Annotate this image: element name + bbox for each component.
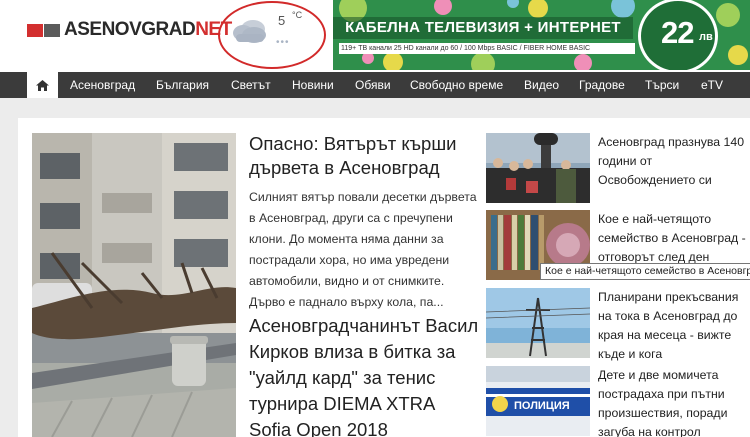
- weather-widget[interactable]: 5 °C •••: [218, 1, 328, 71]
- lead-article-excerpt: Силният вятър повали десетки дървета в А…: [249, 190, 477, 309]
- main-nav: Асеновград България Светът Новини Обяви …: [0, 72, 750, 98]
- nav-item-cities[interactable]: Градове: [579, 78, 625, 92]
- weather-temperature: 5: [278, 13, 286, 28]
- side-news-item-3[interactable]: Планирани прекъсвания на тока в Асеновгр…: [486, 288, 750, 361]
- side-news-title-4[interactable]: Дете и две момичета пострадаха при пътни…: [598, 366, 750, 437]
- banner-title: КАБЕЛНА ТЕЛЕВИЗИЯ + ИНТЕРНЕТ: [333, 17, 633, 39]
- side-news-item-4[interactable]: ПОЛИЦИЯ Дете и две момичета пострадаха п…: [486, 366, 750, 437]
- logo-text: ASENOVGRAD: [64, 19, 196, 40]
- logo-mark-grey: [44, 23, 60, 37]
- lead-article-photo[interactable]: [32, 133, 236, 437]
- site-header: ASENOVGRADNET 5 °C ••• КАБЕЛНА ТЕЛЕВИЗИЯ…: [0, 0, 750, 72]
- nav-item-world[interactable]: Светът: [231, 78, 271, 92]
- nav-item-etv[interactable]: eTV: [701, 78, 723, 92]
- price-currency: лв: [699, 31, 713, 43]
- banner-subtitle: 119+ ТВ канали 25 HD канали до 60 / 100 …: [339, 43, 635, 54]
- side-news-title-2[interactable]: Кое е най-четящото семейство в Асеновгра…: [598, 210, 750, 267]
- nav-item-asenovgrad[interactable]: Асеновград: [70, 78, 135, 92]
- second-article-title[interactable]: Асеновградчанинът Васил Кирков влиза в б…: [249, 313, 481, 437]
- fallen-tree-image: [32, 133, 236, 437]
- side-news-item-1[interactable]: Асеновград празнува 140 години от Освобо…: [486, 133, 750, 203]
- lead-article-title[interactable]: Опасно: Вятърът кърши дървета в Асеновгр…: [249, 132, 481, 180]
- ad-banner[interactable]: КАБЕЛНА ТЕЛЕВИЗИЯ + ИНТЕРНЕТ 119+ ТВ кан…: [333, 0, 750, 70]
- side-news-title-1[interactable]: Асеновград празнува 140 години от Освобо…: [598, 133, 750, 190]
- weather-unit: °C: [292, 10, 303, 20]
- nav-item-video[interactable]: Видео: [524, 78, 559, 92]
- home-icon: [36, 79, 49, 91]
- nav-item-news[interactable]: Новини: [292, 78, 334, 92]
- police-car-text: ПОЛИЦИЯ: [514, 400, 570, 412]
- price-value: 22: [661, 15, 694, 50]
- site-logo[interactable]: ASENOVGRADNET: [27, 19, 232, 40]
- side-news-thumb-4: ПОЛИЦИЯ: [486, 366, 590, 436]
- cloudy-icon: [233, 20, 266, 43]
- nav-item-search[interactable]: Търси: [645, 78, 679, 92]
- nav-item-ads[interactable]: Обяви: [355, 78, 391, 92]
- side-news-thumb-1: [486, 133, 590, 203]
- side-news-title-3[interactable]: Планирани прекъсвания на тока в Асеновгр…: [598, 288, 750, 364]
- price-badge: 22 лв: [638, 0, 718, 70]
- nav-item-bulgaria[interactable]: България: [156, 78, 209, 92]
- link-tooltip: Кое е най-четящото семейство в Асеновгра…: [540, 263, 750, 280]
- side-news-thumb-3: [486, 288, 590, 358]
- weather-dots: •••: [276, 37, 290, 48]
- nav-item-free-time[interactable]: Свободно време: [410, 78, 503, 92]
- logo-mark-red: [27, 23, 43, 37]
- nav-home-button[interactable]: [27, 72, 58, 98]
